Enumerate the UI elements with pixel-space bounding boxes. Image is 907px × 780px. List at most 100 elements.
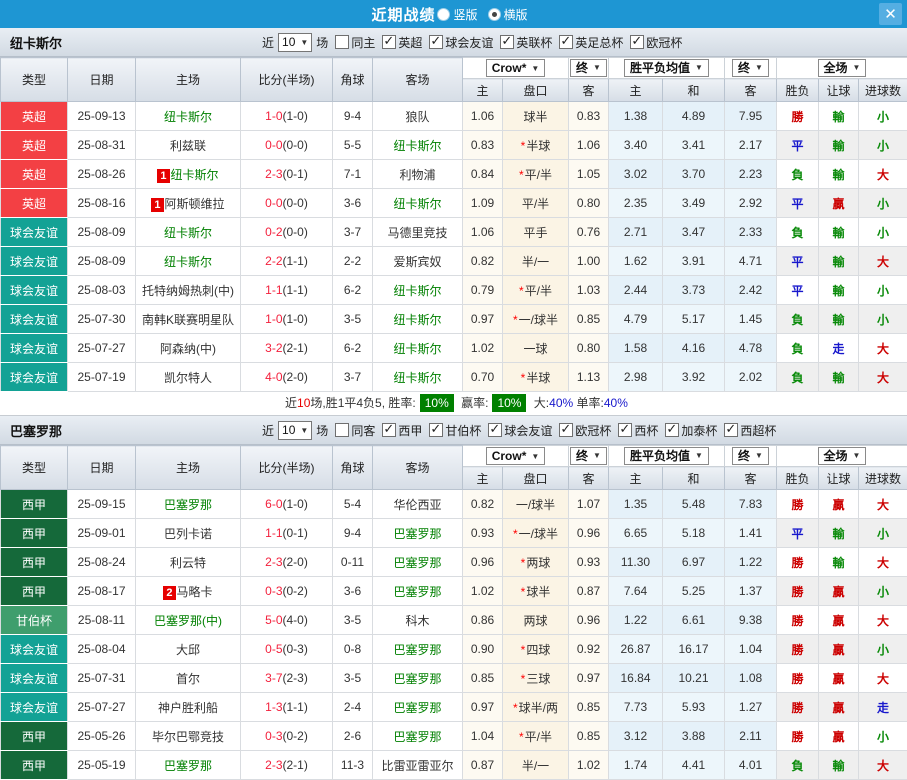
match-type-badge: 球会友谊 (1, 218, 68, 247)
section-team-name: 巴塞罗那 (0, 421, 262, 440)
match-row: 球会友谊25-08-09纽卡斯尔0-2(0-0)3-7马德里竞技1.06平手0.… (1, 218, 907, 247)
match-row: 球会友谊25-07-27神户胜利船1-3(1-1)2-4巴塞罗那0.97*球半/… (1, 693, 907, 722)
avg-away: 1.37 (725, 577, 777, 606)
halftime-score: (1-1) (283, 700, 308, 714)
league-checkbox[interactable] (488, 423, 502, 437)
rate-badge: 10% (420, 394, 454, 412)
avg-source-dropdown[interactable]: 胜平负均值▼ (624, 447, 709, 465)
odds-line: *半球 (503, 363, 569, 392)
goals-outcome: 走 (859, 693, 907, 722)
recent-count-select[interactable]: 10▼ (278, 33, 312, 52)
team-name-text: 巴列卡诺 (164, 527, 212, 541)
match-row: 甘伯杯25-08-11巴塞罗那(中)5-0(4-0)3-5科木0.86两球0.9… (1, 606, 907, 635)
away-team: 巴塞罗那 (373, 664, 463, 693)
handicap-text: 半球 (526, 139, 550, 153)
odds-source-dropdown[interactable]: Crow*▼ (486, 59, 546, 77)
handicap-star: * (521, 643, 526, 657)
handicap-outcome: 輸 (819, 218, 859, 247)
goals-outcome: 小 (859, 189, 907, 218)
odds-line: *平/半 (503, 722, 569, 751)
odds-source-dropdown[interactable]: Crow*▼ (486, 447, 546, 465)
handicap-star: * (519, 730, 524, 744)
team-name-text: 巴塞罗那 (393, 672, 441, 686)
summary-text: 赢率: (458, 396, 489, 410)
handicap-outcome: 輸 (819, 363, 859, 392)
team-name-text: 首尔 (176, 672, 200, 686)
handicap-text: 一球 (523, 342, 547, 356)
corner-score: 11-3 (333, 751, 373, 780)
league-checkbox[interactable] (382, 35, 396, 49)
avg-draw: 3.88 (663, 722, 725, 751)
league-checkbox-label: 球会友谊 (445, 34, 493, 51)
away-team: 利物浦 (373, 160, 463, 189)
match-score: 0-2(0-0) (241, 218, 333, 247)
avg-home: 11.30 (609, 548, 663, 577)
home-team: 南韩K联赛明星队 (136, 305, 241, 334)
result-outcome: 平 (777, 519, 819, 548)
match-date: 25-05-19 (68, 751, 136, 780)
fulltime-dropdown[interactable]: 全场▼ (818, 59, 867, 77)
league-checkbox[interactable] (500, 35, 514, 49)
summary-text: 近 (285, 396, 297, 410)
home-team: 2马略卡 (136, 577, 241, 606)
away-team: 巴塞罗那 (373, 519, 463, 548)
match-score: 0-0(0-0) (241, 189, 333, 218)
odds-line: *一/球半 (503, 519, 569, 548)
avg-draw: 3.47 (663, 218, 725, 247)
halftime-score: (0-0) (283, 225, 308, 239)
team-name-text: 巴塞罗那 (393, 730, 441, 744)
halftime-score: (1-0) (283, 497, 308, 511)
league-checkbox[interactable] (724, 423, 738, 437)
goals-outcome: 大 (859, 160, 907, 189)
same-venue-checkbox[interactable] (335, 423, 349, 437)
corner-score: 6-2 (333, 334, 373, 363)
team-name-text: 巴塞罗那 (393, 585, 441, 599)
avg-home: 3.12 (609, 722, 663, 751)
handicap-outcome: 贏 (819, 189, 859, 218)
avg-draw: 6.61 (663, 606, 725, 635)
league-checkbox[interactable] (618, 423, 632, 437)
avg-source-dropdown[interactable]: 胜平负均值▼ (624, 59, 709, 77)
corner-score: 9-4 (333, 102, 373, 131)
result-outcome: 勝 (777, 664, 819, 693)
fulltime-score: 0-3 (265, 584, 282, 598)
handicap-outcome: 贏 (819, 722, 859, 751)
radio-vertical-label[interactable]: 竖版 (453, 6, 477, 23)
match-score: 0-3(0-2) (241, 722, 333, 751)
close-icon[interactable]: ✕ (879, 3, 902, 25)
match-score: 3-7(2-3) (241, 664, 333, 693)
odds-final-dropdown[interactable]: 终▼ (570, 59, 607, 77)
recent-count-select[interactable]: 10▼ (278, 421, 312, 440)
league-checkbox[interactable] (630, 35, 644, 49)
goals-outcome: 小 (859, 305, 907, 334)
avg-final-dropdown[interactable]: 终▼ (732, 59, 769, 77)
result-outcome: 平 (777, 276, 819, 305)
match-score: 3-2(2-1) (241, 334, 333, 363)
league-checkbox[interactable] (559, 423, 573, 437)
odds-final-dropdown[interactable]: 终▼ (570, 447, 607, 465)
radio-vertical[interactable] (437, 8, 450, 21)
away-team: 狼队 (373, 102, 463, 131)
avg-final-dropdown[interactable]: 终▼ (732, 447, 769, 465)
league-checkbox[interactable] (429, 35, 443, 49)
column-header: 类型 (1, 446, 68, 490)
same-venue-checkbox[interactable] (335, 35, 349, 49)
radio-horizontal[interactable] (488, 8, 501, 21)
odds-away: 0.80 (569, 334, 609, 363)
avg-draw: 5.93 (663, 693, 725, 722)
league-checkbox[interactable] (382, 423, 396, 437)
avg-draw: 10.21 (663, 664, 725, 693)
league-checkbox[interactable] (559, 35, 573, 49)
match-date: 25-08-24 (68, 548, 136, 577)
result-outcome: 勝 (777, 102, 819, 131)
fulltime-dropdown[interactable]: 全场▼ (818, 447, 867, 465)
league-checkbox[interactable] (665, 423, 679, 437)
league-checkbox[interactable] (429, 423, 443, 437)
match-type-badge: 西甲 (1, 577, 68, 606)
radio-horizontal-label[interactable]: 横版 (504, 6, 528, 23)
handicap-text: 半/一 (522, 255, 549, 269)
match-row: 西甲25-05-26毕尔巴鄂竞技0-3(0-2)2-6巴塞罗那1.04*平/半0… (1, 722, 907, 751)
chevron-down-icon: ▼ (695, 451, 703, 460)
corner-score: 9-4 (333, 519, 373, 548)
result-outcome: 負 (777, 160, 819, 189)
